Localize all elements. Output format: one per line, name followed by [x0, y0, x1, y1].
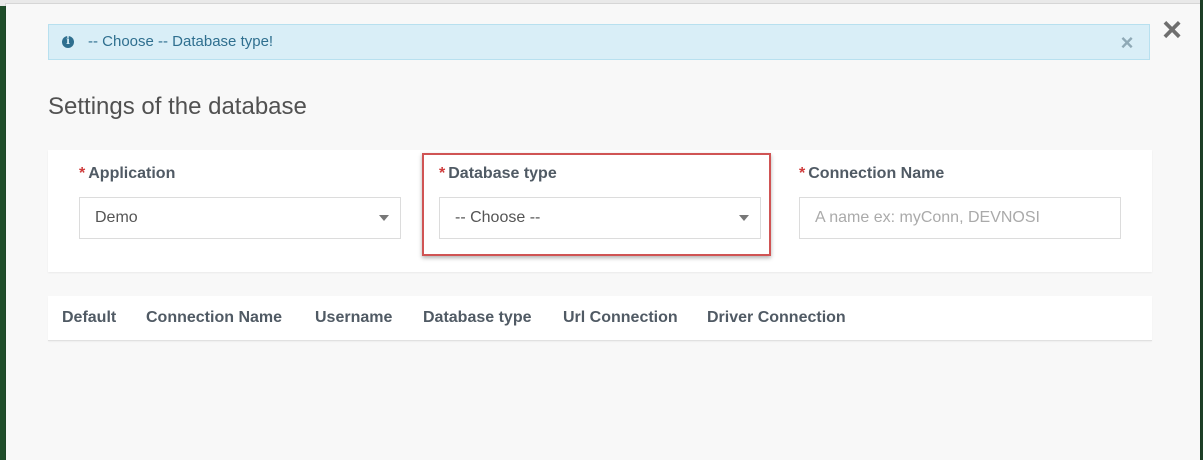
- modal-close-icon[interactable]: ×: [1158, 13, 1186, 47]
- database-type-label-text: Database type: [448, 165, 557, 182]
- application-selected-value: Demo: [95, 209, 138, 226]
- connection-name-field: * Connection Name: [799, 164, 1121, 239]
- connection-name-label: * Connection Name: [799, 164, 1121, 184]
- info-circle-icon: i: [62, 36, 74, 48]
- caret-down-icon: [379, 215, 389, 221]
- connection-name-label-text: Connection Name: [808, 165, 945, 182]
- application-select[interactable]: Demo: [79, 197, 401, 239]
- database-settings-modal: × i -- Choose -- Database type! × Settin…: [6, 4, 1200, 460]
- column-header-username[interactable]: Username: [315, 309, 392, 327]
- column-header-default[interactable]: Default: [62, 309, 116, 327]
- required-mark: *: [79, 165, 86, 182]
- application-label: * Application: [79, 164, 401, 184]
- info-alert: i -- Choose -- Database type! ×: [48, 24, 1150, 60]
- column-header-driver-connection[interactable]: Driver Connection: [707, 309, 846, 327]
- caret-down-icon: [739, 215, 749, 221]
- database-type-field: * Database type -- Choose --: [439, 164, 761, 239]
- alert-message: -- Choose -- Database type!: [88, 33, 274, 50]
- page-title: Settings of the database: [48, 93, 307, 120]
- database-type-label: * Database type: [439, 164, 761, 184]
- database-type-selected-value: -- Choose --: [455, 209, 541, 226]
- database-type-select[interactable]: -- Choose --: [439, 197, 761, 239]
- column-header-database-type[interactable]: Database type: [423, 309, 532, 327]
- application-field: * Application Demo: [79, 164, 401, 239]
- database-form-card: * Application Demo * Database type -- Ch…: [48, 150, 1152, 272]
- required-mark: *: [799, 165, 806, 182]
- alert-close-icon[interactable]: ×: [1117, 32, 1137, 54]
- column-header-url-connection[interactable]: Url Connection: [563, 309, 678, 327]
- connection-name-input[interactable]: [799, 197, 1121, 239]
- connections-table-header: Default Connection Name Username Databas…: [48, 296, 1152, 341]
- column-header-connection-name[interactable]: Connection Name: [146, 309, 282, 327]
- application-label-text: Application: [88, 165, 176, 182]
- required-mark: *: [439, 165, 446, 182]
